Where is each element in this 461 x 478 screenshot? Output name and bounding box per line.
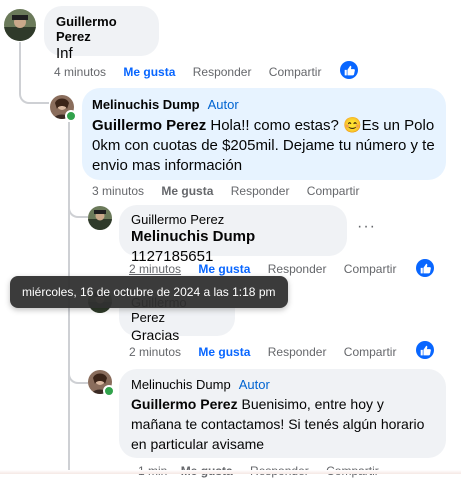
thread-connector: [68, 362, 88, 384]
avatar[interactable]: [88, 206, 112, 230]
like-button[interactable]: Me gusta: [123, 65, 175, 79]
reply-button[interactable]: Responder: [231, 184, 290, 198]
author-badge: Autor: [207, 97, 239, 112]
reply-button[interactable]: Responder: [268, 345, 327, 359]
thread-connector: [68, 196, 88, 218]
comment-actions: 3 minutos Me gusta Responder Compartir: [92, 184, 359, 198]
avatar[interactable]: [4, 9, 36, 41]
comment-text: Guillermo Perez Buenisimo, entre hoy y m…: [131, 394, 434, 454]
like-button[interactable]: Me gusta: [198, 345, 250, 359]
share-button[interactable]: Compartir: [344, 262, 397, 276]
mention-link[interactable]: Guillermo Perez: [92, 117, 206, 134]
comment-text: Melinuchis Dump 1127185651: [131, 227, 335, 267]
bottom-divider: [0, 470, 461, 474]
like-button[interactable]: Me gusta: [161, 184, 213, 198]
reply-button[interactable]: Responder: [193, 65, 252, 79]
comment-author[interactable]: Melinuchis Dump: [92, 97, 200, 112]
comment-bubble: Melinuchis Dump Autor Guillermo Perez Hol…: [82, 88, 446, 180]
comment-text: Gracias: [131, 327, 180, 343]
mention-link[interactable]: Guillermo Perez: [131, 396, 238, 412]
comment-author[interactable]: Guillermo Perez: [56, 14, 147, 44]
comment-time[interactable]: 3 minutos: [92, 184, 144, 198]
comment-actions: 2 minutos Me gusta Responder Compartir: [129, 262, 396, 276]
comment-text: Guillermo Perez Hola!! como estas? 😊Es u…: [92, 116, 436, 176]
comment-time[interactable]: 2 minutos: [129, 262, 181, 276]
reply-button[interactable]: Responder: [268, 262, 327, 276]
comment-author[interactable]: Guillermo Perez: [131, 212, 335, 227]
share-button[interactable]: Compartir: [269, 65, 322, 79]
share-button[interactable]: Compartir: [307, 184, 360, 198]
comment-time[interactable]: 2 minutos: [129, 345, 181, 359]
thumbs-up-icon[interactable]: [340, 61, 358, 79]
mention-link[interactable]: Melinuchis Dump: [131, 228, 255, 245]
timestamp-tooltip: miércoles, 16 de octubre de 2024 a las 1…: [10, 276, 288, 308]
thumbs-up-icon[interactable]: [416, 341, 434, 359]
comment-bubble: Guillermo Perez Melinuchis Dump 11271856…: [119, 205, 347, 265]
thread-line: [19, 42, 21, 82]
online-status-dot: [103, 385, 115, 397]
comment-text: Inf: [56, 45, 73, 62]
online-status-dot: [65, 110, 77, 122]
thread-connector: [19, 80, 49, 104]
like-button[interactable]: Me gusta: [198, 262, 250, 276]
more-options-icon[interactable]: ···: [357, 218, 376, 236]
comment-bubble: Melinuchis Dump Autor Guillermo Perez Bue…: [119, 369, 446, 458]
comment-actions: 2 minutos Me gusta Responder Compartir: [129, 345, 396, 359]
share-button[interactable]: Compartir: [344, 345, 397, 359]
author-badge: Autor: [238, 377, 270, 392]
thumbs-up-icon[interactable]: [416, 259, 434, 277]
comment-bubble: Guillermo Perez Inf: [44, 6, 159, 62]
comment-actions: 4 minutos Me gusta Responder Compartir: [54, 65, 321, 79]
comment-author[interactable]: Melinuchis Dump: [131, 377, 231, 392]
comment-time[interactable]: 4 minutos: [54, 65, 106, 79]
